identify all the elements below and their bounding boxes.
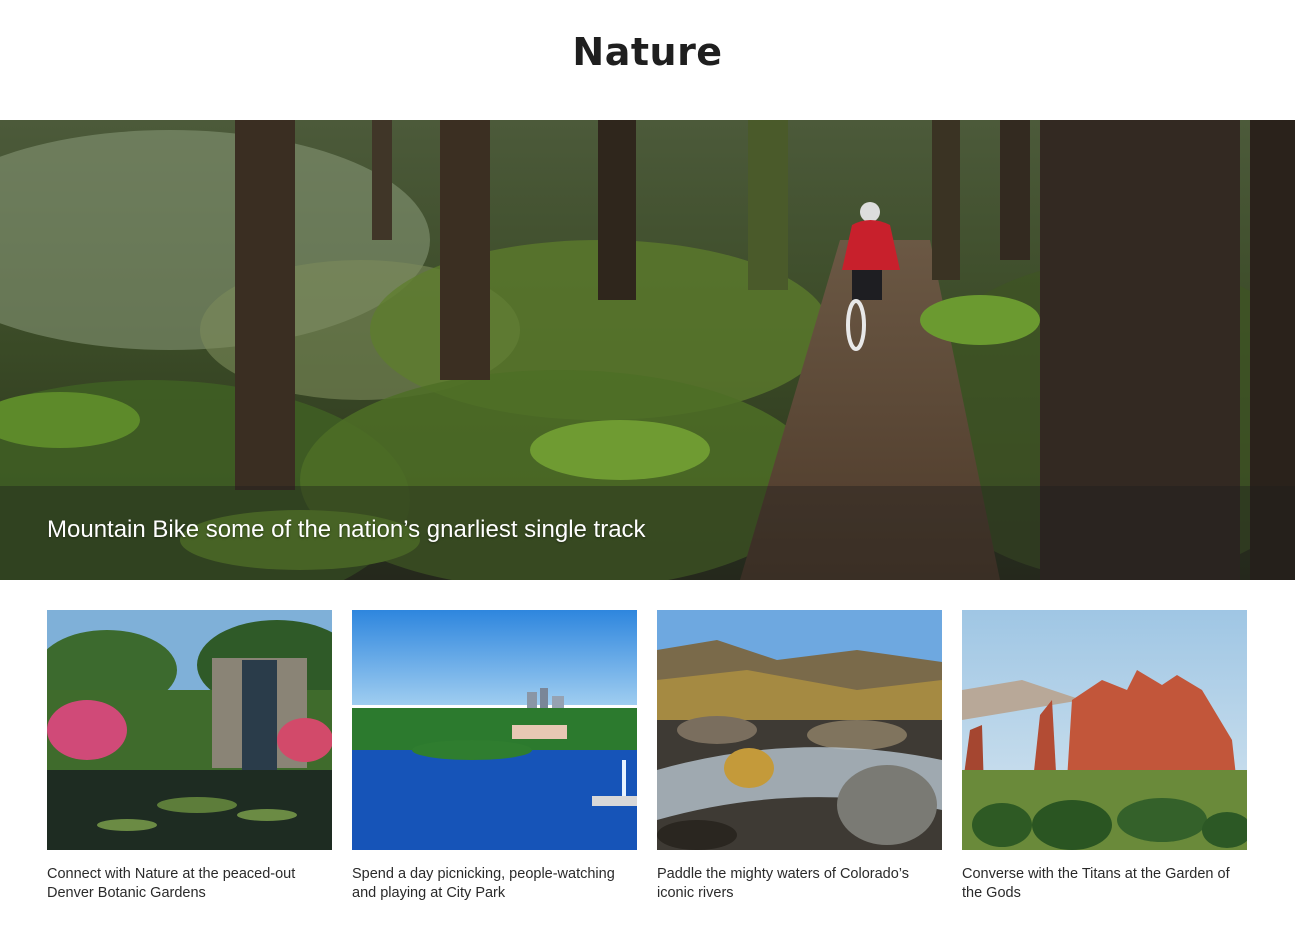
card-caption: Converse with the Titans at the Garden o… bbox=[962, 866, 1230, 901]
card-image bbox=[47, 610, 332, 850]
card-city-park[interactable]: Spend a day picnicking, people-watching … bbox=[352, 610, 637, 903]
card-caption: Connect with Nature at the peaced-out De… bbox=[47, 866, 296, 901]
card-grid: Connect with Nature at the peaced-out De… bbox=[47, 610, 1247, 903]
card-image bbox=[962, 610, 1247, 850]
card-image bbox=[657, 610, 942, 850]
card-garden-of-the-gods[interactable]: Converse with the Titans at the Garden o… bbox=[962, 610, 1247, 903]
card-caption: Paddle the mighty waters of Colorado’s i… bbox=[657, 866, 910, 901]
card-colorado-rivers[interactable]: Paddle the mighty waters of Colorado’s i… bbox=[657, 610, 942, 903]
card-image bbox=[352, 610, 637, 850]
card-botanic-gardens[interactable]: Connect with Nature at the peaced-out De… bbox=[47, 610, 332, 903]
card-caption: Spend a day picnicking, people-watching … bbox=[352, 866, 615, 901]
hero-feature-link[interactable]: Mountain Bike some of the nation’s gnarl… bbox=[0, 120, 1295, 580]
page-title: Nature bbox=[572, 30, 723, 74]
hero-caption: Mountain Bike some of the nation’s gnarl… bbox=[47, 516, 646, 543]
